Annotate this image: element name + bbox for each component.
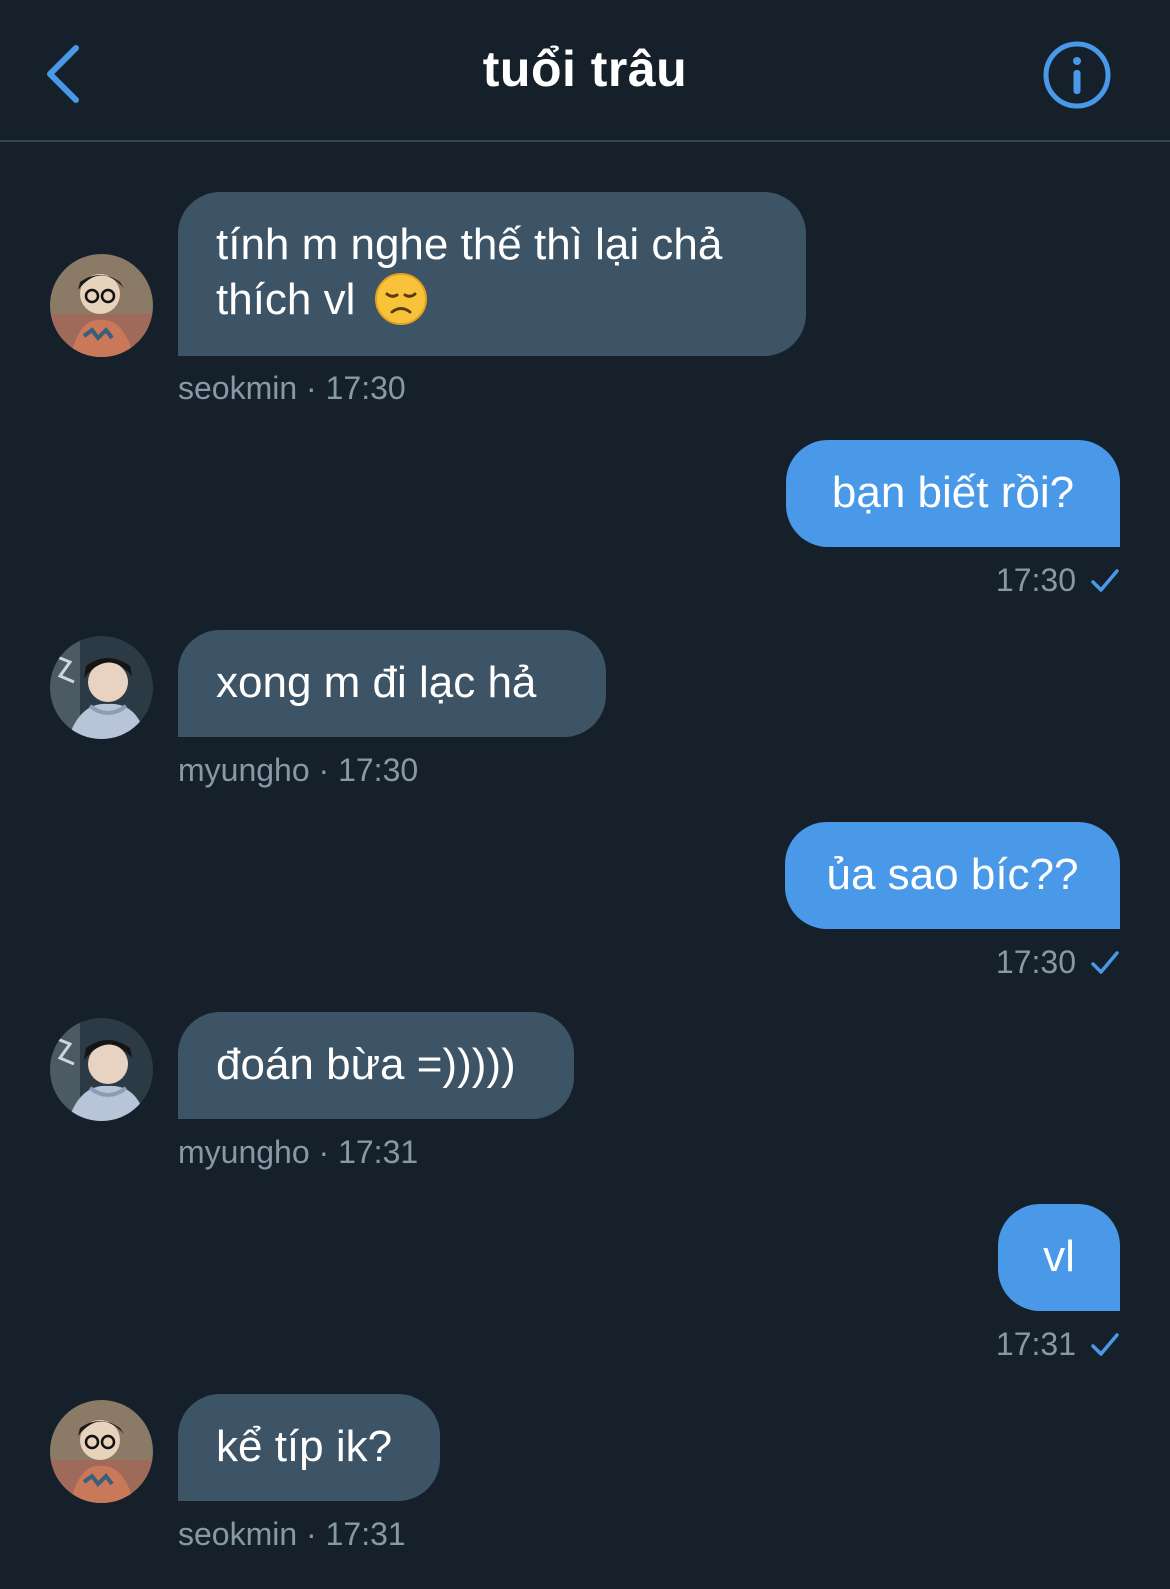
message-text: ủa sao bíc?? bbox=[826, 850, 1079, 899]
message-time: 17:31 bbox=[995, 1326, 1076, 1362]
info-icon bbox=[1043, 41, 1111, 109]
message-bubble-incoming[interactable]: đoán bừa =))))) bbox=[178, 1012, 574, 1119]
message-meta: 17:30 bbox=[996, 944, 1120, 981]
avatar-myungho[interactable] bbox=[50, 636, 153, 739]
message-time: 17:30 bbox=[995, 562, 1076, 598]
message-text: tính m nghe thế thì lại chả thích vl bbox=[216, 220, 723, 324]
message-bubble-incoming[interactable]: xong m đi lạc hả bbox=[178, 630, 606, 737]
avatar-myungho[interactable] bbox=[50, 1018, 153, 1121]
message-text: đoán bừa =))))) bbox=[216, 1040, 516, 1089]
message-bubble-outgoing[interactable]: ủa sao bíc?? bbox=[785, 822, 1120, 929]
info-button[interactable] bbox=[1042, 40, 1112, 110]
check-icon bbox=[1091, 568, 1119, 592]
conversation-header: tuổi trâu bbox=[0, 0, 1170, 142]
message-bubble-incoming[interactable]: tính m nghe thế thì lại chả thích vl bbox=[178, 192, 806, 356]
message-meta: seokmin · 17:31 bbox=[178, 1516, 406, 1552]
message-text: kể típ ik? bbox=[216, 1422, 393, 1471]
avatar-image bbox=[50, 636, 153, 739]
message-bubble-outgoing[interactable]: vl bbox=[998, 1204, 1120, 1311]
avatar-seokmin[interactable] bbox=[50, 254, 153, 357]
message-meta: 17:31 bbox=[996, 1326, 1120, 1363]
message-meta: 17:30 bbox=[996, 562, 1120, 599]
message-text: bạn biết rồi? bbox=[831, 468, 1075, 517]
message-text: vl bbox=[1043, 1232, 1075, 1281]
message-meta: myungho · 17:31 bbox=[178, 1134, 419, 1170]
check-icon bbox=[1091, 950, 1119, 974]
message-meta: seokmin · 17:30 bbox=[178, 370, 406, 406]
conversation-title: tuổi trâu bbox=[482, 41, 688, 97]
disappointed-face-icon bbox=[374, 272, 428, 326]
avatar-image bbox=[50, 254, 153, 357]
avatar-image bbox=[50, 1018, 153, 1121]
avatar-seokmin[interactable] bbox=[50, 1400, 153, 1503]
avatar-image bbox=[50, 1400, 153, 1503]
message-time: 17:30 bbox=[995, 944, 1076, 980]
message-text: xong m đi lạc hả bbox=[216, 658, 537, 707]
message-bubble-incoming[interactable]: kể típ ik? bbox=[178, 1394, 440, 1501]
message-meta: myungho · 17:30 bbox=[178, 752, 419, 788]
message-bubble-outgoing[interactable]: bạn biết rồi? bbox=[786, 440, 1120, 547]
check-icon bbox=[1091, 1332, 1119, 1356]
